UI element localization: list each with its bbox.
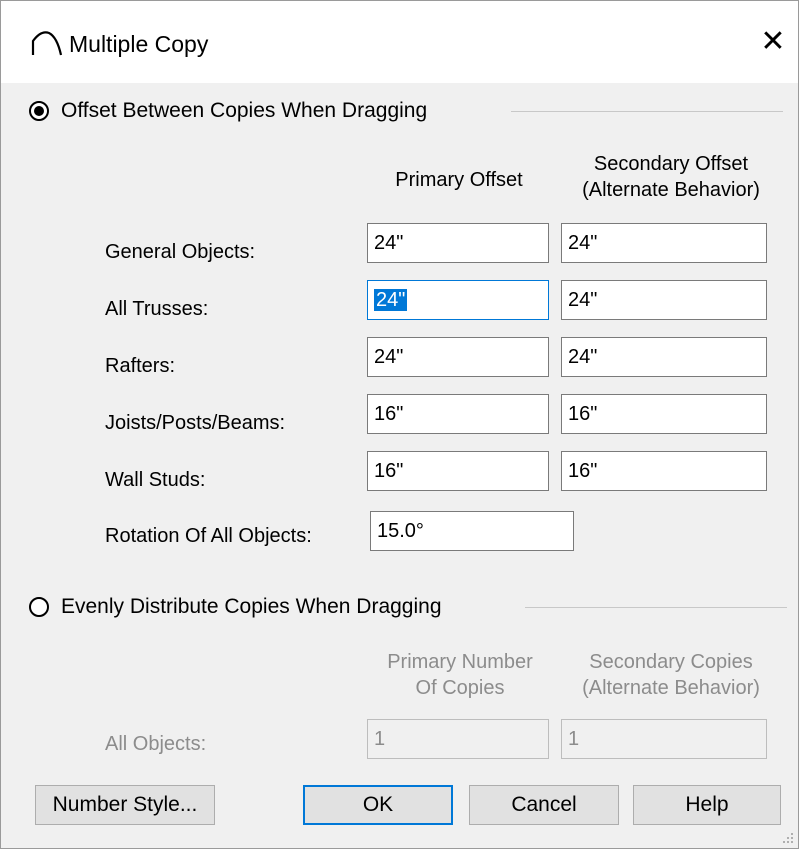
cancel-button[interactable]: Cancel <box>469 785 619 825</box>
multiple-copy-dialog: Multiple Copy ✕ Offset Between Copies Wh… <box>0 0 799 849</box>
title-bar: Multiple Copy ✕ <box>1 1 798 83</box>
col-header-secondary-copies: Secondary Copies (Alternate Behavior) <box>557 649 785 701</box>
col-header-secondary-line2: (Alternate Behavior) <box>582 179 760 201</box>
col-header-primary-offset: Primary Offset <box>395 169 523 191</box>
row-label-general-objects: General Objects: <box>105 241 256 263</box>
col-header-primary-number: Primary Number Of Copies <box>357 649 563 701</box>
row-label-all-trusses: All Trusses: <box>105 298 209 320</box>
all-objects-secondary-field: 1 <box>561 719 767 759</box>
col-header-primary-number-line1: Primary Number <box>387 651 533 673</box>
resize-grip-icon[interactable] <box>782 832 794 844</box>
radio-selected-icon[interactable] <box>29 101 49 121</box>
general-objects-primary-field[interactable]: 24" <box>367 223 549 263</box>
rafters-secondary-field[interactable]: 24" <box>561 337 767 377</box>
joists-primary-field[interactable]: 16" <box>367 394 549 434</box>
row-label-joists-posts-beams: Joists/Posts/Beams: <box>105 412 286 434</box>
window-title: Multiple Copy <box>69 31 209 57</box>
col-header-secondary-line1: Secondary Offset <box>593 153 749 175</box>
rotation-field[interactable]: 15.0° <box>370 511 574 551</box>
selected-text: 24" <box>374 289 408 311</box>
group-divider <box>511 111 783 112</box>
all-objects-primary-field: 1 <box>367 719 549 759</box>
number-style-button[interactable]: Number Style... <box>35 785 215 825</box>
ok-button[interactable]: OK <box>303 785 453 825</box>
close-icon: ✕ <box>760 24 786 58</box>
distribute-mode-radio[interactable]: Evenly Distribute Copies When Dragging <box>29 595 442 619</box>
roof-arc-icon <box>31 31 63 56</box>
row-label-all-objects: All Objects: <box>105 733 207 755</box>
wall-studs-secondary-field[interactable]: 16" <box>561 451 767 491</box>
wall-studs-primary-field[interactable]: 16" <box>367 451 549 491</box>
all-trusses-primary-field[interactable]: 24" <box>367 280 549 320</box>
rafters-primary-field[interactable]: 24" <box>367 337 549 377</box>
col-header-secondary-offset: Secondary Offset (Alternate Behavior) <box>557 151 785 203</box>
group-divider <box>525 607 787 608</box>
help-button[interactable]: Help <box>633 785 781 825</box>
col-header-secondary-copies-line1: Secondary Copies <box>589 651 753 673</box>
general-objects-secondary-field[interactable]: 24" <box>561 223 767 263</box>
close-button[interactable]: ✕ <box>751 19 795 63</box>
col-header-primary-number-line2: Of Copies <box>415 677 505 699</box>
row-label-rafters: Rafters: <box>105 355 176 377</box>
joists-secondary-field[interactable]: 16" <box>561 394 767 434</box>
radio-unselected-icon[interactable] <box>29 597 49 617</box>
col-header-secondary-copies-line2: (Alternate Behavior) <box>582 677 760 699</box>
distribute-mode-label: Evenly Distribute Copies When Dragging <box>61 595 442 618</box>
offset-mode-radio[interactable]: Offset Between Copies When Dragging <box>29 99 427 123</box>
row-label-wall-studs: Wall Studs: <box>105 469 206 491</box>
offset-mode-label: Offset Between Copies When Dragging <box>61 99 428 122</box>
row-label-rotation: Rotation Of All Objects: <box>105 525 312 547</box>
all-trusses-secondary-field[interactable]: 24" <box>561 280 767 320</box>
